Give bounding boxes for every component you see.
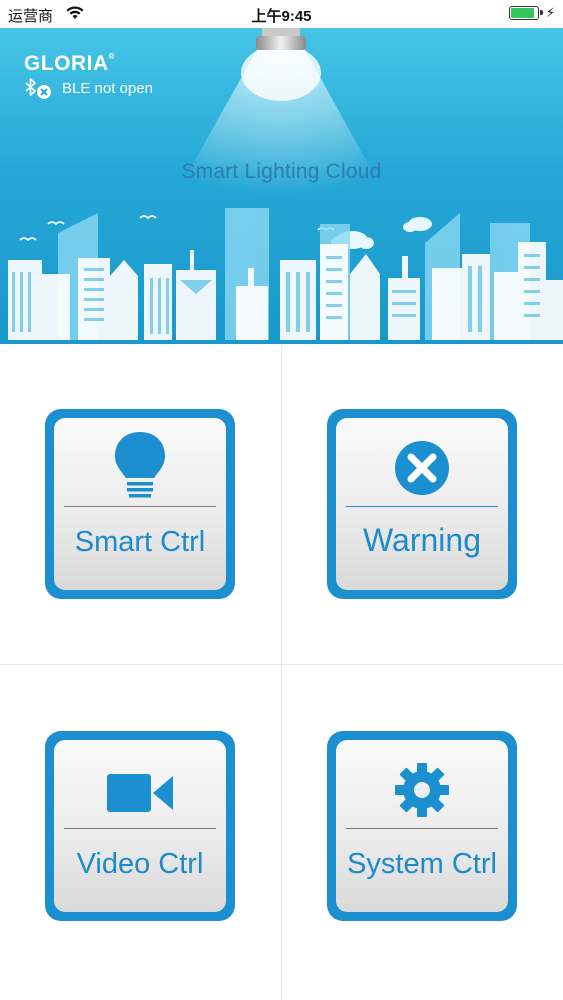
brand-logo: GLORIA® xyxy=(24,52,115,76)
system-ctrl-button[interactable]: System Ctrl xyxy=(327,731,517,921)
registered-mark: ® xyxy=(108,52,116,61)
charging-icon: ⚡ xyxy=(545,5,555,20)
system-ctrl-label: System Ctrl xyxy=(347,848,497,880)
battery-icon xyxy=(509,6,543,20)
smart-ctrl-card: Smart Ctrl xyxy=(54,418,226,590)
video-camera-icon xyxy=(107,774,173,812)
gear-icon xyxy=(395,763,449,817)
bluetooth-off-icon xyxy=(25,78,51,99)
smart-ctrl-button[interactable]: Smart Ctrl xyxy=(45,409,235,599)
warning-label: Warning xyxy=(363,522,481,558)
hero-banner: GLORIA® BLE not open Smart Lighting Clou… xyxy=(0,28,563,344)
warning-card: Warning xyxy=(336,418,508,590)
slogan: Smart Lighting Cloud xyxy=(181,160,382,183)
tile-divider xyxy=(346,828,498,829)
video-ctrl-card: Video Ctrl xyxy=(54,740,226,912)
clock: 上午9:45 xyxy=(251,8,312,25)
system-ctrl-card: System Ctrl xyxy=(336,740,508,912)
warning-button[interactable]: Warning xyxy=(327,409,517,599)
lightbulb-icon xyxy=(115,432,165,498)
video-ctrl-button[interactable]: Video Ctrl xyxy=(45,731,235,921)
ble-status-text: BLE not open xyxy=(62,80,153,97)
smart-ctrl-label: Smart Ctrl xyxy=(74,526,206,558)
close-circle-icon xyxy=(395,441,449,495)
tile-divider xyxy=(64,828,216,829)
brand-name: GLORIA xyxy=(24,52,109,75)
grid-divider-horizontal xyxy=(0,664,563,665)
grid-divider-vertical xyxy=(281,344,282,1000)
video-ctrl-label: Video Ctrl xyxy=(76,848,204,880)
tile-divider xyxy=(346,506,498,507)
status-bar: 运营商 上午9:45 ⚡ xyxy=(0,0,563,28)
tile-divider xyxy=(64,506,216,507)
